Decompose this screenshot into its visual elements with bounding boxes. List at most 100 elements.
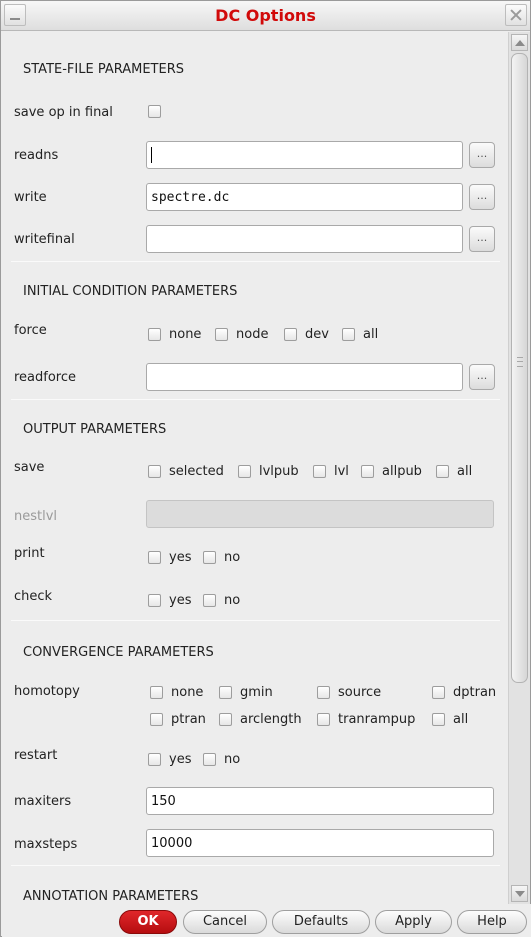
checkbox-box[interactable] [313,465,326,478]
print-label: print [14,546,45,561]
checkbox-box[interactable] [148,465,161,478]
homotopy-label: homotopy [14,684,80,699]
checkbox-box[interactable] [219,713,232,726]
restart-label: restart [14,748,58,763]
title-bar[interactable]: DC Options [1,1,530,31]
scrollbar-thumb[interactable] [511,53,528,683]
check-option-no[interactable]: no [203,593,240,608]
writefinal-input[interactable] [146,225,463,253]
checkbox-box[interactable] [150,686,163,699]
readns-label: readns [14,148,59,163]
scroll-down-button[interactable] [511,885,528,902]
homotopy-option-source[interactable]: source [317,685,381,700]
homotopy-option-none[interactable]: none [150,685,203,700]
section-divider [11,865,500,866]
print-option-no[interactable]: no [203,550,240,565]
checkbox-box[interactable] [361,465,374,478]
defaults-button[interactable]: Defaults [272,910,370,934]
readns-input[interactable] [146,141,463,169]
checkbox-box[interactable] [203,551,216,564]
checkbox-box[interactable] [317,686,330,699]
save-option-allpub[interactable]: allpub [361,464,422,479]
readns-browse-button[interactable]: ... [469,142,495,168]
readforce-browse-button[interactable]: ... [469,364,495,390]
section-title-output: OUTPUT PARAMETERS [23,422,167,437]
force-option-all[interactable]: all [342,327,378,342]
window-title: DC Options [215,6,316,25]
write-label: write [14,190,47,205]
force-label: force [14,323,47,338]
save-label: save [14,460,45,475]
nestlvl-label: nestlvl [14,509,58,524]
checkbox-box[interactable] [219,686,232,699]
restart-option-no[interactable]: no [203,752,240,767]
ok-button[interactable]: OK [119,910,177,934]
readforce-input[interactable] [146,363,463,391]
save-option-lvlpub[interactable]: lvlpub [238,464,299,479]
checkbox-box[interactable] [284,328,297,341]
maxiters-input[interactable] [146,787,494,815]
force-option-none[interactable]: none [148,327,201,342]
checkbox-box[interactable] [148,551,161,564]
help-button[interactable]: Help [457,910,527,934]
section-divider [11,261,500,262]
readforce-label: readforce [14,370,77,385]
homotopy-option-gmin[interactable]: gmin [219,685,273,700]
section-title-annotation: ANNOTATION PARAMETERS [23,889,199,904]
checkbox-box[interactable] [432,686,445,699]
checkbox-box[interactable] [148,328,161,341]
checkbox-box[interactable] [148,105,161,118]
close-button[interactable] [505,4,527,26]
section-title-initial-condition: INITIAL CONDITION PARAMETERS [23,284,238,299]
cancel-button[interactable]: Cancel [183,910,267,934]
force-option-node[interactable]: node [215,327,268,342]
checkbox-box[interactable] [148,753,161,766]
force-option-dev[interactable]: dev [284,327,329,342]
restart-option-yes[interactable]: yes [148,752,191,767]
write-browse-button[interactable]: ... [469,184,495,210]
homotopy-option-tranrampup[interactable]: tranrampup [317,712,415,727]
checkbox-box[interactable] [436,465,449,478]
maxiters-label: maxiters [14,794,72,809]
maxsteps-label: maxsteps [14,837,78,852]
text-caret [151,147,152,163]
checkbox-box[interactable] [148,594,161,607]
homotopy-option-dptran[interactable]: dptran [432,685,496,700]
writefinal-label: writefinal [14,232,75,247]
write-input[interactable] [146,183,463,211]
apply-button[interactable]: Apply [375,910,452,934]
check-option-yes[interactable]: yes [148,593,191,608]
options-scroll-area[interactable]: STATE-FILE PARAMETERS save op in final r… [2,32,508,904]
section-title-state-file: STATE-FILE PARAMETERS [23,62,184,77]
arrow-up-icon [515,40,525,46]
section-divider [11,399,500,400]
print-option-yes[interactable]: yes [148,550,191,565]
checkbox-box[interactable] [342,328,355,341]
section-divider [11,620,500,621]
writefinal-browse-button[interactable]: ... [469,226,495,252]
dialog-button-bar: OK Cancel Defaults Apply Help [2,904,531,937]
check-label: check [14,589,53,604]
homotopy-option-all[interactable]: all [432,712,468,727]
grip-icon [517,357,523,367]
checkbox-box[interactable] [150,713,163,726]
homotopy-option-arclength[interactable]: arclength [219,712,302,727]
checkbox-box[interactable] [238,465,251,478]
vertical-scrollbar[interactable] [508,32,530,904]
save-option-lvl[interactable]: lvl [313,464,349,479]
nestlvl-input [146,500,494,528]
checkbox-box[interactable] [215,328,228,341]
scroll-up-button[interactable] [511,34,528,51]
checkbox-box[interactable] [203,753,216,766]
checkbox-box[interactable] [203,594,216,607]
save-option-selected[interactable]: selected [148,464,224,479]
maxsteps-input[interactable] [146,829,494,857]
arrow-down-icon [515,891,525,897]
checkbox-box[interactable] [317,713,330,726]
save-op-checkbox[interactable] [148,105,169,118]
save-op-label: save op in final [14,105,113,120]
save-option-all[interactable]: all [436,464,472,479]
homotopy-option-ptran[interactable]: ptran [150,712,206,727]
dc-options-window: DC Options STATE-FILE PARAMETERS save op… [0,0,531,937]
checkbox-box[interactable] [432,713,445,726]
